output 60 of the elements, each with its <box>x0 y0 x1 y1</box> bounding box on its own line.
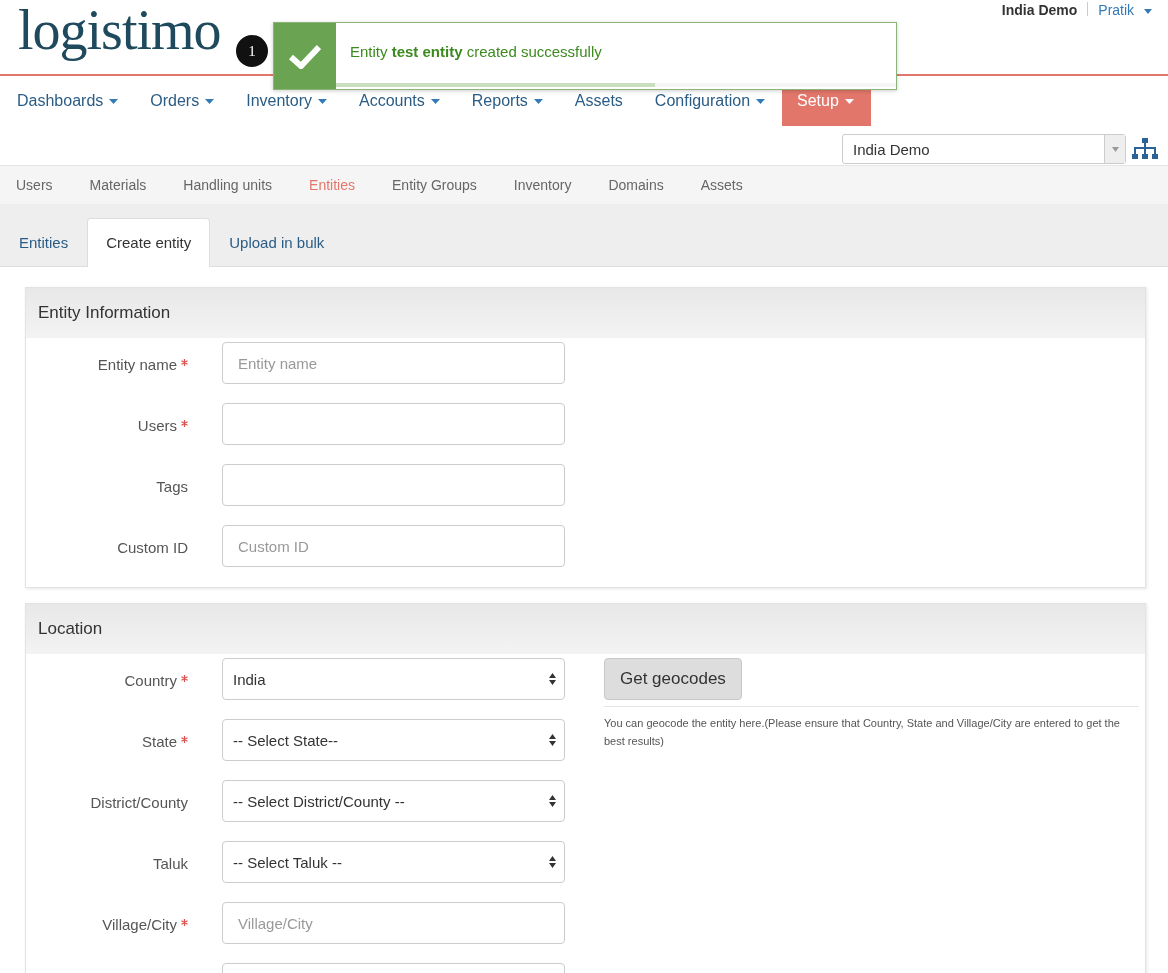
select-field[interactable]: -- Select State-- <box>222 719 565 761</box>
field-label: Country <box>124 672 177 689</box>
subnav-link[interactable]: Entity Groups <box>392 177 477 193</box>
user-menu[interactable]: Pratik <box>1098 2 1152 18</box>
subnav-link[interactable]: Users <box>16 177 53 193</box>
subnav-link[interactable]: Inventory <box>513 177 572 193</box>
subnav-link[interactable]: Handling units <box>183 177 273 193</box>
nav-menu[interactable]: Assets <box>559 76 640 126</box>
toast-message: Entity test entity created successfully <box>350 43 602 60</box>
panel-title: Entity Information <box>38 303 171 323</box>
input-field[interactable]: Village/City <box>222 902 565 944</box>
help-text: You can geocode the entity here.(Please ensure that Country, State and Village/City are entered to get the best results) <box>604 716 1121 749</box>
tab[interactable]: Entities <box>0 218 88 267</box>
select-field[interactable]: India <box>222 658 565 700</box>
caret-icon <box>1144 8 1152 14</box>
caret-icon <box>844 99 854 105</box>
caret-icon <box>533 99 543 105</box>
caret-icon <box>205 99 215 105</box>
field-label: Taluk <box>152 855 188 872</box>
subnav-link[interactable]: Domains <box>608 177 664 193</box>
tab[interactable]: Create entity <box>87 218 211 267</box>
sort-arrows-icon <box>549 795 556 807</box>
subnav-link[interactable]: Assets <box>700 177 743 193</box>
field-label: District/County <box>90 794 188 811</box>
caret-icon <box>109 99 119 105</box>
field-label: Users <box>137 417 177 434</box>
input-field[interactable]: Custom ID <box>222 525 565 567</box>
sort-arrows-icon <box>549 673 556 685</box>
nav-menu[interactable]: Orders <box>135 76 232 126</box>
nav-menu[interactable]: Configuration <box>639 76 783 126</box>
field-label: Custom ID <box>117 539 188 556</box>
input-field[interactable]: Entity name <box>222 342 565 384</box>
select-field[interactable]: -- Select Taluk -- <box>222 841 565 883</box>
get-geocodes-button[interactable]: Get geocodes <box>604 658 742 700</box>
select-field[interactable]: -- Select District/County -- <box>222 780 565 822</box>
subnav-link[interactable]: Materials <box>89 177 147 193</box>
tab[interactable]: Upload in bulk <box>210 218 344 267</box>
field-label: Entity name <box>97 356 177 373</box>
nav-menu[interactable]: Dashboards <box>2 76 136 126</box>
checkmark-icon <box>289 43 321 69</box>
field-label: State <box>141 733 177 750</box>
field-label: Village/City <box>102 916 177 933</box>
nav-menu[interactable]: Accounts <box>344 76 457 126</box>
sort-arrows-icon <box>549 856 556 868</box>
logo: logistimo <box>18 2 221 62</box>
caret-icon <box>430 99 440 105</box>
domain-select[interactable]: India Demo <box>842 134 1126 164</box>
sort-arrows-icon <box>549 734 556 746</box>
field-label: Tags <box>156 478 188 495</box>
step-badge: 1 <box>234 33 270 69</box>
caret-icon <box>1111 146 1119 152</box>
input-field[interactable] <box>222 464 565 506</box>
input-field[interactable] <box>222 403 565 445</box>
caret-icon <box>318 99 327 105</box>
caret-icon <box>756 99 766 105</box>
panel-title: Location <box>38 619 103 639</box>
domain-name[interactable]: India Demo <box>1001 2 1078 18</box>
hierarchy-icon[interactable] <box>1132 138 1158 160</box>
nav-menu[interactable]: Reports <box>456 76 560 126</box>
nav-menu[interactable]: Inventory <box>231 76 344 126</box>
